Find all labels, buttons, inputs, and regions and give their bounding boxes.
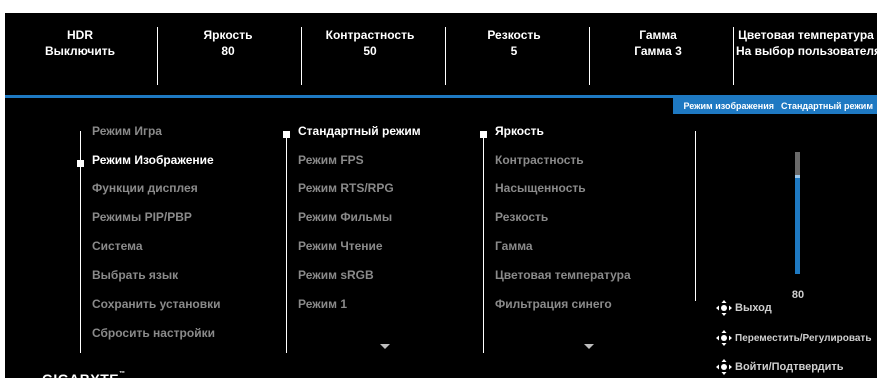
settings-divider (483, 131, 484, 353)
slider-divider (695, 131, 696, 301)
joystick-icon (716, 359, 732, 375)
status-hdr: HDR Выключить (15, 27, 145, 87)
slider-value: 80 (791, 289, 805, 301)
picture-mode-divider (286, 131, 287, 353)
status-label: Цветовая температура (738, 28, 874, 42)
status-gamma: Гамма Гамма 3 (593, 27, 723, 87)
mode-item-movie[interactable]: Режим Фильмы (298, 210, 392, 224)
help-enter-label: Войти/Подтвердить (735, 361, 844, 373)
help-exit: Выход (716, 300, 772, 316)
gigabyte-logo: GIGABYTE™ (42, 371, 126, 381)
setting-item-sharpness[interactable]: Резкость (495, 210, 548, 224)
status-value: Выключить (44, 44, 116, 58)
selection-marker (283, 131, 290, 138)
scroll-down-icon[interactable] (584, 344, 594, 349)
status-divider (445, 27, 446, 85)
menu-item-system[interactable]: Система (92, 239, 143, 253)
scroll-down-icon[interactable] (380, 344, 390, 349)
status-label: Резкость (487, 28, 541, 42)
mode-item-rts-rpg[interactable]: Режим RTS/RPG (298, 181, 394, 195)
status-value: На выбор пользователя (736, 44, 880, 58)
help-move-label: Переместить/Регулировать (735, 332, 872, 344)
status-divider (157, 27, 158, 85)
osd-panel: HDR Выключить Яркость 80 Контрастность 5… (5, 13, 880, 381)
menu-item-display-functions[interactable]: Функции дисплея (92, 181, 198, 195)
mode-item-standard[interactable]: Стандартный режим (298, 124, 421, 138)
slider-handle[interactable] (795, 175, 800, 178)
setting-item-contrast[interactable]: Контрастность (495, 153, 584, 167)
setting-item-color-temperature[interactable]: Цветовая температура (495, 268, 631, 282)
mode-item-srgb[interactable]: Режим sRGB (298, 268, 374, 282)
status-divider (301, 27, 302, 85)
breadcrumb-section: Режим изображения (683, 101, 775, 111)
selection-marker (77, 160, 84, 167)
status-brightness: Яркость 80 (163, 27, 293, 87)
joystick-icon (716, 300, 732, 316)
status-value: Гамма 3 (634, 44, 682, 58)
status-value: 80 (221, 44, 235, 58)
breadcrumb: Режим изображения Стандартный режим (673, 98, 877, 114)
status-label: Контрастность (325, 28, 415, 42)
setting-item-brightness[interactable]: Яркость (495, 124, 544, 138)
menu-item-picture-mode[interactable]: Режим Изображение (92, 153, 214, 167)
slider-unfilled (795, 152, 800, 176)
status-value: 5 (510, 44, 518, 58)
selection-marker (480, 131, 487, 138)
help-enter: Войти/Подтвердить (716, 359, 844, 375)
status-contrast: Контрастность 50 (305, 27, 435, 87)
menu-item-save-settings[interactable]: Сохранить установки (92, 297, 221, 311)
status-label: Гамма (639, 28, 677, 42)
menu-item-game-mode[interactable]: Режим Игра (92, 124, 162, 138)
joystick-icon (716, 330, 732, 346)
status-color-temperature: Цветовая температура На выбор пользовате… (736, 27, 880, 87)
setting-item-gamma[interactable]: Гамма (495, 239, 533, 253)
status-sharpness: Резкость 5 (449, 27, 579, 87)
help-exit-label: Выход (735, 302, 772, 314)
mode-item-custom-1[interactable]: Режим 1 (298, 297, 347, 311)
menu-item-reset-settings[interactable]: Сбросить настройки (92, 326, 215, 340)
status-divider (589, 27, 590, 85)
breadcrumb-current: Стандартный режим (781, 101, 873, 111)
monitor-osd-screenshot: HDR Выключить Яркость 80 Контрастность 5… (0, 0, 880, 381)
setting-item-saturation[interactable]: Насыщенность (495, 181, 586, 195)
status-label: Яркость (203, 28, 253, 42)
status-divider (733, 27, 734, 85)
menu-item-language[interactable]: Выбрать язык (92, 268, 178, 282)
status-value: 50 (363, 44, 377, 58)
mode-item-reader[interactable]: Режим Чтение (298, 239, 383, 253)
menu-item-pip-pbp[interactable]: Режимы PIP/PBP (92, 210, 192, 224)
mode-item-fps[interactable]: Режим FPS (298, 153, 364, 167)
status-label: HDR (67, 28, 93, 42)
setting-item-blue-light[interactable]: Фильтрация синего (495, 297, 612, 311)
help-move: Переместить/Регулировать (716, 330, 871, 346)
